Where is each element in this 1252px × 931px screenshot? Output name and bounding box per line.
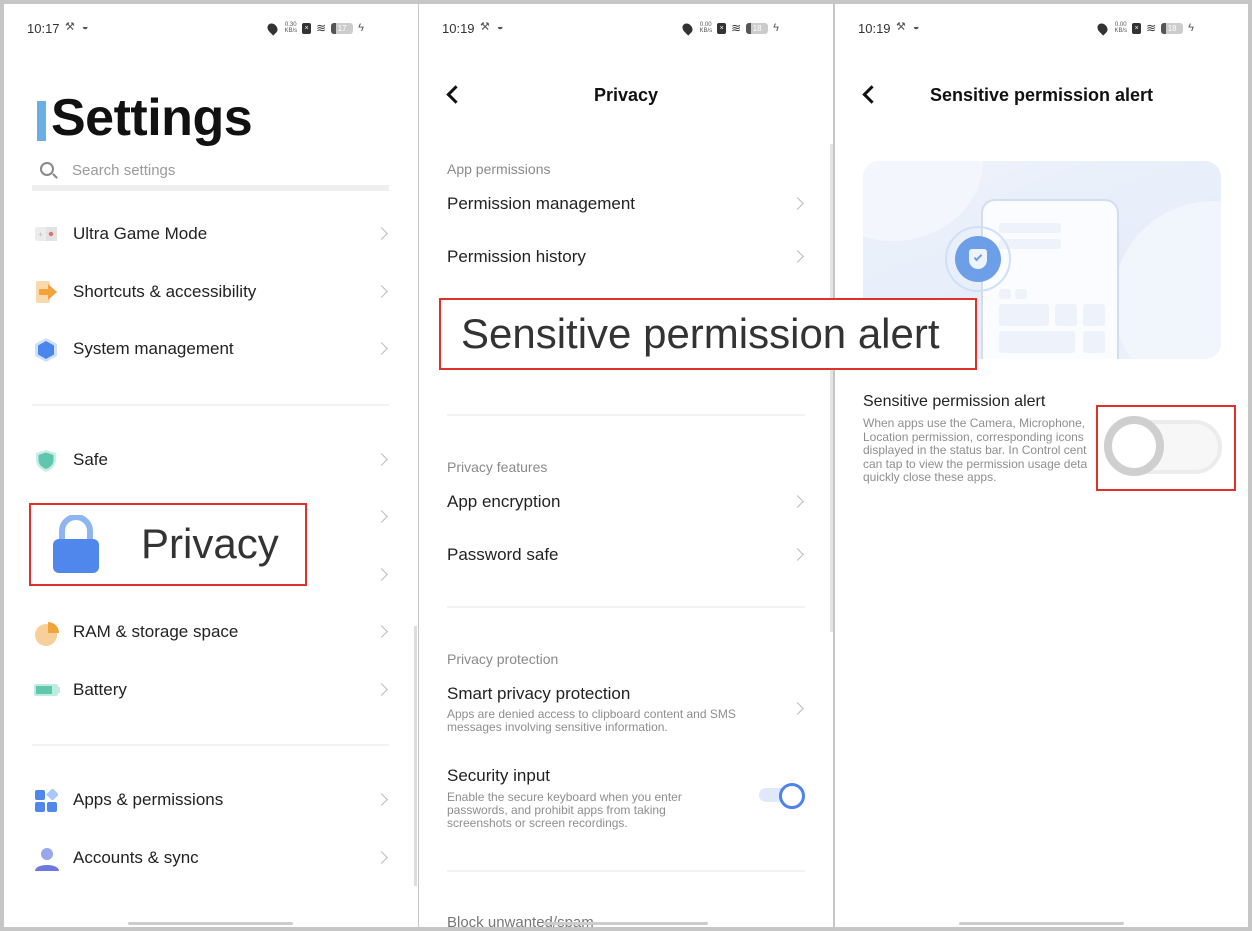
settings-item-safe[interactable]: Safe <box>4 440 418 480</box>
chevron-right-icon <box>791 495 804 508</box>
hexagon-icon <box>34 338 58 362</box>
setting-description: When apps use the Camera, Microphone, Lo… <box>863 417 1088 484</box>
settings-item-battery[interactable]: Battery <box>4 670 418 710</box>
tools-icon: ⚒ ◒ <box>480 21 506 33</box>
settings-item-ram-storage[interactable]: RAM & storage space <box>4 612 418 652</box>
privacy-highlight-box[interactable]: Privacy <box>29 503 307 586</box>
scrollbar[interactable] <box>414 626 417 886</box>
privacy-screen: 10:19 ⚒ ◒ 0.00 KB/s × ≋ 18 ϟ Privacy App … <box>419 4 833 927</box>
search-icon <box>40 162 54 176</box>
chevron-right-icon <box>791 548 804 561</box>
section-header-privacy-features: Privacy features <box>447 459 548 475</box>
location-icon <box>680 20 696 36</box>
group-divider <box>32 404 389 406</box>
chevron-right-icon <box>375 227 388 240</box>
tools-icon: ⚒ ◒ <box>896 21 922 33</box>
battery-level: 18 <box>746 22 769 34</box>
wifi-icon: ≋ <box>731 21 742 35</box>
status-bar: 10:19 ⚒ ◒ 0.00 KB/s × ≋ 18 ϟ <box>442 20 813 38</box>
chevron-right-icon <box>791 250 804 263</box>
chevron-right-icon <box>375 285 388 298</box>
shortcut-arrow-icon <box>34 281 58 303</box>
settings-item-accounts-sync[interactable]: Accounts & sync <box>4 838 418 878</box>
section-header-app-permissions: App permissions <box>447 161 551 177</box>
page-title: Sensitive permission alert <box>929 85 1154 105</box>
pie-chart-icon <box>34 621 59 646</box>
wifi-icon: ≋ <box>1146 21 1157 35</box>
location-icon <box>1095 20 1111 36</box>
privacy-label: Privacy <box>141 520 279 567</box>
scrollbar[interactable] <box>830 144 833 632</box>
page-title: Privacy <box>593 85 659 105</box>
tools-icon: ⚒ ◒ <box>65 21 91 33</box>
search-underline <box>32 185 389 191</box>
toggle-highlight-box <box>1096 405 1236 491</box>
item-permission-history[interactable]: Permission history <box>419 237 833 277</box>
battery-icon <box>34 679 60 701</box>
chevron-right-icon <box>375 453 388 466</box>
charging-icon: ϟ <box>358 22 364 34</box>
lock-icon <box>53 515 99 573</box>
search-input[interactable]: Search settings <box>36 158 394 186</box>
section-header-privacy-protection: Privacy protection <box>447 651 559 667</box>
page-title: Settings <box>51 89 253 147</box>
section-divider <box>447 606 805 608</box>
sensitive-permission-alert-toggle[interactable] <box>1104 416 1222 476</box>
chevron-right-icon <box>375 342 388 355</box>
status-bar: 10:19 ⚒ ◒ 0.00 KB/s × ≋ 18 ϟ <box>858 20 1228 38</box>
setting-title: Sensitive permission alert <box>863 393 1046 410</box>
status-bar: 10:17 ⚒ ◒ 0.30 KB/s × ≋ 17 ϟ <box>27 20 398 38</box>
chevron-right-icon <box>375 625 388 638</box>
item-smart-privacy-protection[interactable]: Smart privacy protection Apps are denied… <box>419 682 833 740</box>
home-indicator[interactable] <box>543 922 708 925</box>
chevron-right-icon <box>375 793 388 806</box>
wifi-icon: ≋ <box>316 21 327 35</box>
home-indicator[interactable] <box>128 922 293 925</box>
group-divider <box>32 744 389 746</box>
battery-level: 17 <box>331 22 354 34</box>
chevron-right-icon <box>375 510 388 523</box>
game-icon: + <box>34 223 58 245</box>
settings-item-shortcuts[interactable]: Shortcuts & accessibility <box>4 272 418 312</box>
network-speed: 0.30 KB/s <box>284 22 298 34</box>
item-permission-management[interactable]: Permission management <box>419 184 833 224</box>
charging-icon: ϟ <box>1188 22 1194 34</box>
apps-grid-icon <box>34 788 59 812</box>
status-time: 10:19 <box>442 21 475 36</box>
title-accent-bar <box>37 101 46 141</box>
settings-item-apps-permissions[interactable]: Apps & permissions <box>4 780 418 820</box>
sensitive-permission-alert-highlight-box[interactable]: Sensitive permission alert <box>439 298 977 370</box>
settings-screen: 10:17 ⚒ ◒ 0.30 KB/s × ≋ 17 ϟ Settings Sea… <box>4 4 418 927</box>
chevron-right-icon <box>791 702 804 715</box>
svg-text:+: + <box>38 230 43 239</box>
chevron-right-icon <box>375 683 388 696</box>
section-divider <box>447 414 805 416</box>
network-speed: 0.00 KB/s <box>1114 22 1128 34</box>
no-sim-icon: × <box>302 22 312 34</box>
charging-icon: ϟ <box>773 22 779 34</box>
settings-item-ultra-game-mode[interactable]: + Ultra Game Mode <box>4 214 418 254</box>
status-time: 10:17 <box>27 21 60 36</box>
search-placeholder: Search settings <box>72 162 176 179</box>
section-divider <box>447 870 805 872</box>
no-sim-icon: × <box>1132 22 1142 34</box>
chevron-right-icon <box>375 851 388 864</box>
sensitive-permission-alert-label: Sensitive permission alert <box>461 310 940 357</box>
no-sim-icon: × <box>717 22 727 34</box>
home-indicator[interactable] <box>959 922 1124 925</box>
chevron-right-icon <box>791 197 804 210</box>
section-header-block-spam: Block unwanted/spam <box>447 914 594 927</box>
location-icon <box>265 20 281 36</box>
person-icon <box>34 847 59 871</box>
security-input-toggle[interactable] <box>759 783 805 809</box>
settings-item-system-management[interactable]: System management <box>4 329 418 369</box>
item-password-safe[interactable]: Password safe <box>419 535 833 575</box>
shield-icon <box>34 449 58 472</box>
chevron-right-icon <box>375 568 388 581</box>
network-speed: 0.00 KB/s <box>699 22 713 34</box>
item-app-encryption[interactable]: App encryption <box>419 482 833 522</box>
status-time: 10:19 <box>858 21 891 36</box>
battery-level: 18 <box>1161 22 1184 34</box>
